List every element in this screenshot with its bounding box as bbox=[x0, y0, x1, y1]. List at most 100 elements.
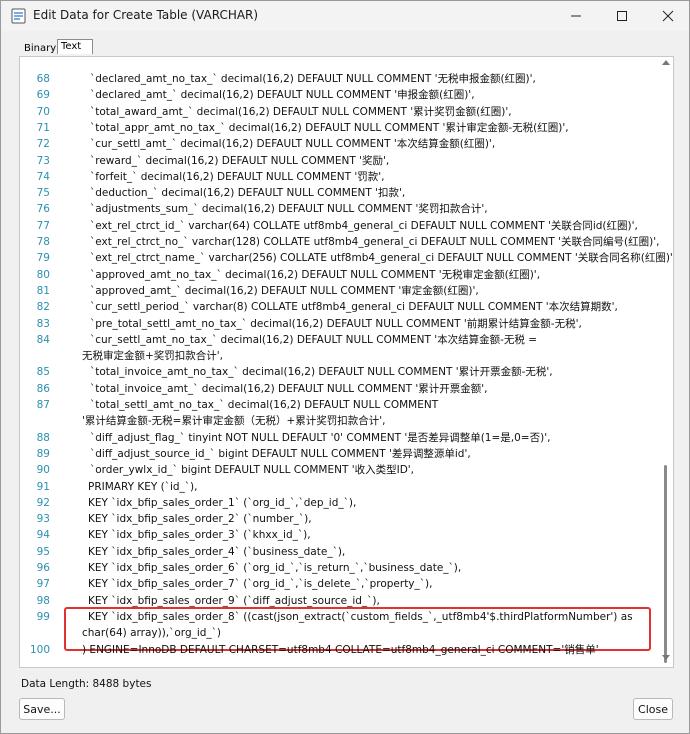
close-button[interactable]: Close bbox=[633, 698, 673, 720]
code-text: `ext_rel_ctrct_name_` varchar(256) COLLA… bbox=[90, 252, 674, 265]
code-text: `total_invoice_amt_no_tax_` decimal(16,2… bbox=[90, 366, 553, 379]
code-text: `cur_settl_amt_no_tax_` decimal(16,2) DE… bbox=[90, 333, 538, 346]
vertical-scrollbar[interactable] bbox=[660, 57, 672, 665]
code-line: '累计结算金额-无税=累计审定金额（无税）+累计奖罚扣款合计', bbox=[20, 413, 650, 429]
line-number: 100 bbox=[29, 643, 50, 656]
code-text: `approved_amt_no_tax_` decimal(16,2) DEF… bbox=[90, 268, 541, 281]
code-text: KEY `idx_bfip_sales_order_8` ((cast(json… bbox=[88, 610, 633, 623]
code-text: `order_ywlx_id_` bigint DEFAULT NULL COM… bbox=[90, 464, 415, 477]
code-text: `cur_settl_amt_` decimal(16,2) DEFAULT N… bbox=[90, 138, 496, 151]
line-number: 87 bbox=[36, 399, 50, 411]
code-text: KEY `idx_bfip_sales_order_6` (`org_id_`,… bbox=[88, 562, 462, 574]
maximize-button[interactable] bbox=[599, 1, 645, 31]
data-length-label: Data Length: 8488 bytes bbox=[21, 678, 152, 690]
line-number: 81 bbox=[36, 284, 50, 297]
code-line: 72 `cur_settl_amt_` decimal(16,2) DEFAULT… bbox=[20, 136, 650, 152]
line-number: 82 bbox=[36, 301, 50, 314]
code-line: 97 KEY `idx_bfip_sales_order_7` (`org_id_… bbox=[20, 576, 650, 592]
code-text: KEY `idx_bfip_sales_order_1` (`org_id_`,… bbox=[88, 496, 357, 509]
code-line: 96 KEY `idx_bfip_sales_order_6` (`org_id_… bbox=[20, 560, 650, 576]
save-button[interactable]: Save... bbox=[19, 698, 65, 720]
line-number: 90 bbox=[36, 464, 50, 477]
minimize-icon bbox=[571, 15, 581, 17]
line-number: 89 bbox=[36, 447, 50, 460]
line-number: 77 bbox=[36, 219, 50, 232]
code-text: `total_award_amt_` decimal(16,2) DEFAULT… bbox=[90, 105, 512, 118]
window-close-button[interactable] bbox=[645, 1, 690, 31]
code-text: '累计结算金额-无税=累计审定金额（无税）+累计奖罚扣款合计', bbox=[82, 415, 386, 428]
line-number: 71 bbox=[36, 121, 50, 134]
tab-text[interactable]: Text bbox=[57, 39, 93, 54]
code-text: `declared_amt_` decimal(16,2) DEFAULT NU… bbox=[90, 89, 475, 102]
scroll-thumb[interactable] bbox=[664, 465, 667, 663]
line-number: 72 bbox=[36, 138, 50, 151]
code-text: `total_invoice_amt_` decimal(16,2) DEFAU… bbox=[90, 382, 488, 395]
code-text: `total_settl_amt_no_tax_` decimal(16,2) … bbox=[90, 399, 439, 411]
code-text: `ext_rel_ctrct_id_` varchar(64) COLLATE … bbox=[90, 219, 638, 232]
code-line: 93 KEY `idx_bfip_sales_order_2` (`number_… bbox=[20, 511, 650, 527]
scroll-down-icon[interactable] bbox=[662, 655, 670, 660]
line-number: 76 bbox=[36, 203, 50, 216]
code-text: KEY `idx_bfip_sales_order_7` (`org_id_`,… bbox=[88, 578, 433, 591]
code-line: 73 `reward_` decimal(16,2) DEFAULT NULL C… bbox=[20, 153, 650, 169]
code-text: `forfeit_` decimal(16,2) DEFAULT NULL CO… bbox=[90, 170, 385, 183]
code-line: 94 KEY `idx_bfip_sales_order_3` (`khxx_id… bbox=[20, 527, 650, 543]
code-text: `ext_rel_ctrct_no_` varchar(128) COLLATE… bbox=[90, 236, 660, 248]
code-text: `pre_total_settl_amt_no_tax_` decimal(16… bbox=[90, 317, 582, 330]
code-line: 90 `order_ywlx_id_` bigint DEFAULT NULL C… bbox=[20, 462, 650, 478]
code-text: char(64) array)),`org_id_`) bbox=[82, 627, 222, 640]
line-number: 83 bbox=[36, 317, 50, 330]
line-number: 97 bbox=[36, 578, 50, 591]
code-text: KEY `idx_bfip_sales_order_9` (`diff_adju… bbox=[88, 594, 380, 607]
code-text: PRIMARY KEY (`id_`), bbox=[88, 480, 198, 493]
code-text: `reward_` decimal(16,2) DEFAULT NULL COM… bbox=[90, 154, 390, 167]
code-line: 69 `declared_amt_` decimal(16,2) DEFAULT … bbox=[20, 87, 650, 103]
code-line: 98 KEY `idx_bfip_sales_order_9` (`diff_ad… bbox=[20, 593, 650, 609]
line-number: 99 bbox=[36, 610, 50, 623]
code-line: 84 `cur_settl_amt_no_tax_` decimal(16,2) … bbox=[20, 332, 650, 348]
line-number: 98 bbox=[36, 594, 50, 607]
line-number: 96 bbox=[36, 562, 50, 574]
code-line: 87 `total_settl_amt_no_tax_` decimal(16,2… bbox=[20, 397, 650, 413]
code-line: 88 `diff_adjust_flag_` tinyint NOT NULL D… bbox=[20, 430, 650, 446]
line-number: 69 bbox=[36, 89, 50, 102]
line-number: 80 bbox=[36, 268, 50, 281]
code-text: `diff_adjust_source_id_` bigint DEFAULT … bbox=[90, 447, 471, 460]
code-text: `declared_amt_no_tax_` decimal(16,2) DEF… bbox=[90, 73, 536, 85]
code-line: 83 `pre_total_settl_amt_no_tax_` decimal(… bbox=[20, 316, 650, 332]
code-line: 99 KEY `idx_bfip_sales_order_8` ((cast(js… bbox=[20, 609, 650, 625]
code-text: `diff_adjust_flag_` tinyint NOT NULL DEF… bbox=[90, 431, 551, 444]
line-number: 75 bbox=[36, 187, 50, 200]
scroll-up-icon[interactable] bbox=[662, 60, 670, 65]
code-text: KEY `idx_bfip_sales_order_3` (`khxx_id_`… bbox=[88, 529, 311, 542]
line-number: 93 bbox=[36, 513, 50, 526]
code-line: 91 PRIMARY KEY (`id_`), bbox=[20, 479, 650, 495]
code-line: 82 `cur_settl_period_` varchar(8) COLLATE… bbox=[20, 299, 650, 315]
code-line: 80 `approved_amt_no_tax_` decimal(16,2) D… bbox=[20, 267, 650, 283]
line-number: 70 bbox=[36, 105, 50, 118]
window-title: Edit Data for Create Table (VARCHAR) bbox=[33, 8, 259, 22]
text-editor[interactable]: 68 `declared_amt_no_tax_` decimal(16,2) D… bbox=[19, 56, 674, 668]
code-line: 76 `adjustments_sum_` decimal(16,2) DEFAU… bbox=[20, 201, 650, 217]
line-number: 73 bbox=[36, 154, 50, 167]
minimize-button[interactable] bbox=[553, 1, 599, 31]
line-number: 95 bbox=[36, 545, 50, 558]
code-line: 74 `forfeit_` decimal(16,2) DEFAULT NULL … bbox=[20, 169, 650, 185]
code-line: 68 `declared_amt_no_tax_` decimal(16,2) D… bbox=[20, 71, 650, 87]
code-line: 77 `ext_rel_ctrct_id_` varchar(64) COLLAT… bbox=[20, 218, 650, 234]
code-line: 无税审定金额+奖罚扣款合计', bbox=[20, 348, 650, 364]
code-line: 89 `diff_adjust_source_id_` bigint DEFAUL… bbox=[20, 446, 650, 462]
code-text: KEY `idx_bfip_sales_order_2` (`number_`)… bbox=[88, 513, 312, 526]
line-number: 92 bbox=[36, 496, 50, 509]
line-number: 86 bbox=[36, 382, 50, 395]
line-number: 68 bbox=[36, 73, 50, 85]
tab-binary[interactable]: Binary bbox=[21, 42, 59, 55]
code-line: 81 `approved_amt_` decimal(16,2) DEFAULT … bbox=[20, 283, 650, 299]
title-bar: Edit Data for Create Table (VARCHAR) bbox=[1, 1, 689, 31]
code-line: 71 `total_appr_amt_no_tax_` decimal(16,2)… bbox=[20, 120, 650, 136]
code-text: `approved_amt_` decimal(16,2) DEFAULT NU… bbox=[90, 284, 479, 297]
maximize-icon bbox=[617, 11, 627, 21]
line-number: 78 bbox=[36, 236, 50, 248]
code-text: `adjustments_sum_` decimal(16,2) DEFAULT… bbox=[90, 203, 488, 216]
code-text: 无税审定金额+奖罚扣款合计', bbox=[82, 350, 224, 363]
